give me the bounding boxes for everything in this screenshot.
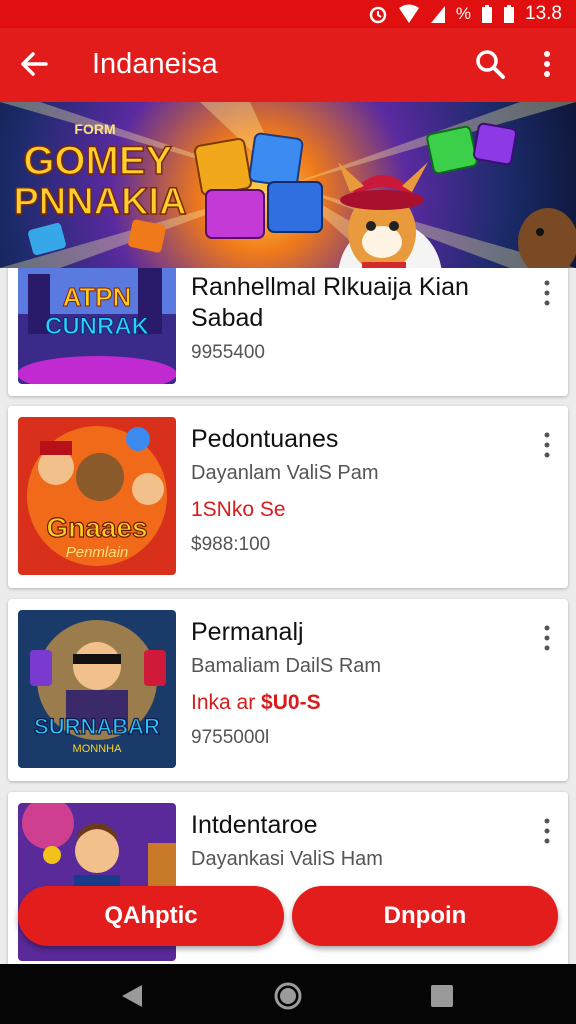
- banner-logo-top: FORM: [74, 121, 115, 137]
- arrow-left-icon[interactable]: [16, 46, 52, 82]
- game-offer: 1SNko Se: [191, 498, 286, 521]
- alarm-icon: [369, 6, 387, 24]
- game-thumbnail[interactable]: Gnaaes Penmlain: [18, 417, 176, 575]
- more-vert-icon[interactable]: [538, 623, 556, 653]
- action-button-left[interactable]: QAhptic: [18, 886, 284, 946]
- game-price: 9755000l: [191, 727, 270, 748]
- game-offer: Inka ar $U0-S: [191, 691, 321, 715]
- wifi-icon: [398, 4, 419, 23]
- banner-logo-line2: PNNAKIA: [13, 181, 186, 223]
- game-offer-amount: $U0-S: [261, 691, 321, 714]
- game-subtitle: Dayankasi ValiS Ham: [191, 848, 383, 870]
- nav-back-icon[interactable]: [118, 982, 146, 1010]
- page-title: Indaneisa: [92, 48, 218, 80]
- game-subtitle: Dayanlam ValiS Pam: [191, 462, 379, 484]
- game-subtitle: Bamaliam DailS Ram: [191, 655, 382, 677]
- list-item[interactable]: Gnaaes Penmlain Pedontuanes Dayanlam Val…: [8, 406, 568, 588]
- banner-art: FORM GOMEY PNNAKIA DARSAAN THRMIDS: [0, 102, 576, 268]
- action-button-right[interactable]: Dnpoin: [292, 886, 558, 946]
- thumbnail-title: Gnaaes: [46, 512, 147, 543]
- nav-home-icon[interactable]: [272, 980, 304, 1012]
- banner-logo-left: GOMEY PNNAKIA: [13, 139, 186, 223]
- battery-icon: [482, 5, 493, 23]
- game-offer-label: Inka ar: [191, 691, 262, 714]
- signal-icon: [430, 6, 445, 23]
- app-bar: Indaneisa: [0, 28, 576, 102]
- status-bar: % 13.8: [0, 0, 576, 28]
- more-vert-icon[interactable]: [538, 816, 556, 846]
- thumbnail-title: SURNABAR: [34, 714, 160, 739]
- game-title: Permanalj: [191, 618, 304, 646]
- game-title: Pedontuanes: [191, 425, 339, 453]
- game-thumbnail[interactable]: SURNABAR MONNHA: [18, 610, 176, 768]
- thumbnail-art: ATPN CUNRAK: [18, 268, 176, 384]
- thumbnail-art: Gnaaes Penmlain: [18, 417, 176, 575]
- thumbnail-title: ATPN: [63, 282, 132, 312]
- game-price: 9955400: [191, 342, 265, 363]
- list-item[interactable]: SURNABAR MONNHA Permanalj Bamaliam DailS…: [8, 599, 568, 781]
- more-vert-icon[interactable]: [538, 278, 556, 308]
- system-nav-bar: [0, 964, 576, 1024]
- thumbnail-title-2: CUNRAK: [45, 313, 150, 340]
- thumbnail-subtitle: MONNHA: [73, 743, 123, 755]
- battery-icon-2: [504, 5, 515, 23]
- thumbnail-subtitle: Penmlain: [66, 544, 129, 561]
- more-vert-icon[interactable]: [538, 430, 556, 460]
- status-time: 13.8: [525, 3, 562, 24]
- thumbnail-art: SURNABAR MONNHA: [18, 610, 176, 768]
- list-item[interactable]: ATPN CUNRAK Ranhellmal Rlkuaija Kian Sab…: [8, 268, 568, 396]
- game-title: Ranhellmal Rlkuaija Kian Sabad: [191, 273, 469, 332]
- game-list[interactable]: ATPN CUNRAK Ranhellmal Rlkuaija Kian Sab…: [0, 268, 576, 964]
- game-price: $988:100: [191, 534, 271, 555]
- promo-banner[interactable]: FORM GOMEY PNNAKIA DARSAAN THRMIDS: [0, 102, 576, 268]
- banner-logo-line1: GOMEY: [23, 139, 172, 183]
- more-vert-icon[interactable]: [532, 46, 562, 82]
- data-indicator: %: [455, 4, 472, 23]
- search-icon[interactable]: [472, 46, 508, 82]
- game-thumbnail[interactable]: ATPN CUNRAK: [18, 268, 176, 384]
- game-title: Intdentaroe: [191, 811, 318, 839]
- nav-recents-icon[interactable]: [430, 984, 454, 1008]
